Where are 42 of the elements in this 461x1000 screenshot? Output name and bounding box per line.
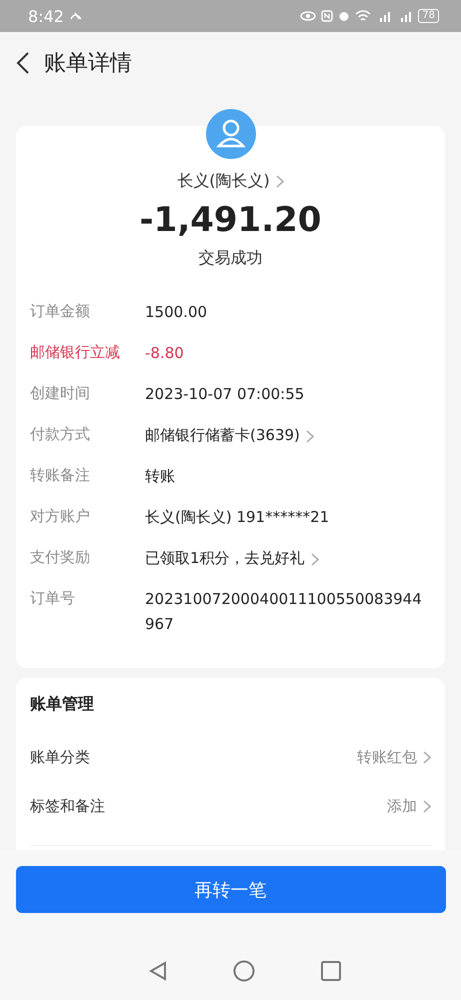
eye-icon (300, 11, 316, 21)
detail-value: 2023-10-07 07:00:55 (145, 384, 304, 405)
chevron-right-icon (306, 430, 314, 443)
transaction-status: 交易成功 (198, 248, 262, 269)
detail-value[interactable]: 邮储银行储蓄卡(3639) (145, 423, 300, 448)
setting-label: 账单分类 (30, 748, 90, 766)
detail-value: 长义(陶长义) 191******21 (145, 507, 330, 528)
back-nav-icon[interactable] (148, 961, 166, 981)
battery-level: 78 (418, 9, 439, 23)
status-time: 8:42 (28, 6, 64, 26)
setting-value[interactable]: 转账红包 (357, 748, 417, 766)
home-nav-icon[interactable] (232, 960, 254, 982)
setting-value[interactable]: 添加 (387, 796, 417, 816)
detail-label: 创建时间 (30, 384, 91, 403)
detail-value: -8.80 (145, 343, 184, 364)
detail-label: 订单金额 (30, 302, 91, 321)
detail-label: 邮储银行立减 (30, 343, 121, 362)
nfc-icon (321, 10, 334, 22)
setting-label: 标签和备注 (30, 796, 105, 816)
section-title: 账单管理 (30, 693, 95, 715)
back-icon[interactable] (16, 52, 30, 74)
detail-value: 转账 (145, 466, 175, 487)
chevron-right-icon (310, 553, 319, 566)
detail-label: 支付奖励 (30, 548, 91, 567)
detail-value[interactable]: 已领取1积分，去兑好礼 (145, 546, 305, 571)
chevron-right-icon (276, 175, 284, 188)
wifi-icon (355, 10, 372, 22)
detail-value: 1500.00 (145, 302, 208, 323)
chevron-right-icon (423, 800, 431, 812)
detail-label: 转账备注 (30, 466, 91, 485)
chevron-right-icon (423, 750, 431, 764)
transaction-amount: -1,491.20 (140, 200, 322, 240)
page-title: 账单详情 (44, 50, 132, 78)
transfer-again-button[interactable]: 再转一笔 (16, 866, 446, 913)
alarm-icon (338, 10, 350, 22)
notification-icon (70, 11, 82, 21)
recents-nav-icon[interactable] (320, 961, 340, 981)
payee-name[interactable]: 长义(陶长义) (177, 171, 270, 192)
detail-value: 20231007200040011100550083944967 (145, 589, 423, 635)
detail-label: 付款方式 (30, 425, 91, 444)
detail-label: 对方账户 (30, 507, 91, 526)
detail-label: 订单号 (30, 589, 76, 608)
